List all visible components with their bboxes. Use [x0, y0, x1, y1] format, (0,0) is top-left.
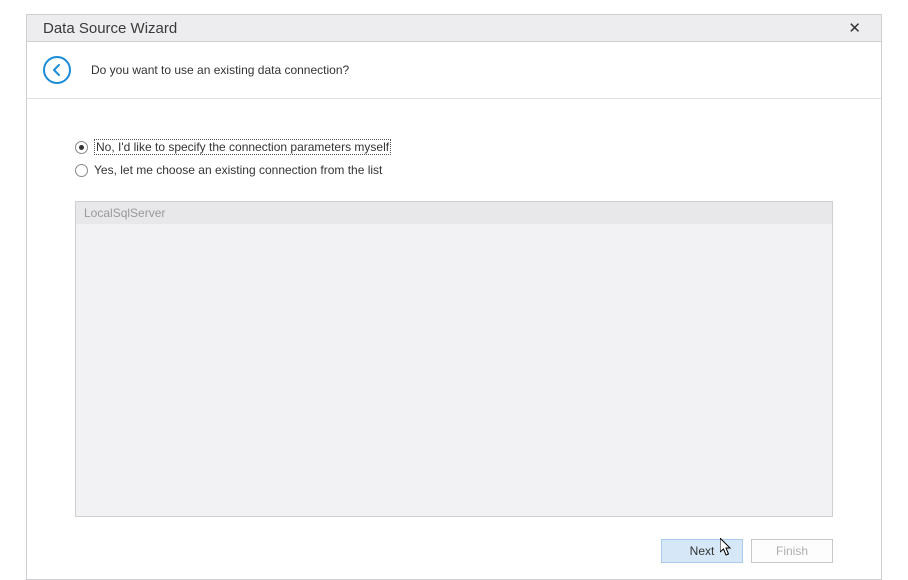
list-item: LocalSqlServer	[76, 202, 832, 224]
radio-icon	[75, 164, 88, 177]
finish-button-label: Finish	[776, 544, 808, 558]
radio-icon	[75, 141, 88, 154]
radio-option-no[interactable]: No, I'd like to specify the connection p…	[75, 139, 833, 155]
back-arrow-icon	[50, 63, 64, 77]
header-row: Do you want to use an existing data conn…	[27, 42, 881, 99]
radio-label-no: No, I'd like to specify the connection p…	[94, 139, 391, 155]
titlebar: Data Source Wizard ✕	[26, 14, 882, 42]
wizard-question: Do you want to use an existing data conn…	[91, 63, 349, 77]
connections-listbox: LocalSqlServer	[75, 201, 833, 517]
button-row: Next Finish	[27, 527, 881, 579]
next-button-label: Next	[690, 544, 715, 558]
data-source-wizard-dialog: Data Source Wizard ✕ Do you want to use …	[0, 0, 908, 574]
finish-button: Finish	[751, 539, 833, 563]
radio-option-yes[interactable]: Yes, let me choose an existing connectio…	[75, 163, 833, 177]
content-wrapper: Do you want to use an existing data conn…	[26, 42, 882, 580]
radio-label-yes: Yes, let me choose an existing connectio…	[94, 163, 382, 177]
next-button[interactable]: Next	[661, 539, 743, 563]
body-area: No, I'd like to specify the connection p…	[27, 99, 881, 527]
dialog-title: Data Source Wizard	[39, 20, 177, 37]
back-button[interactable]	[43, 56, 71, 84]
close-icon[interactable]: ✕	[842, 15, 867, 41]
